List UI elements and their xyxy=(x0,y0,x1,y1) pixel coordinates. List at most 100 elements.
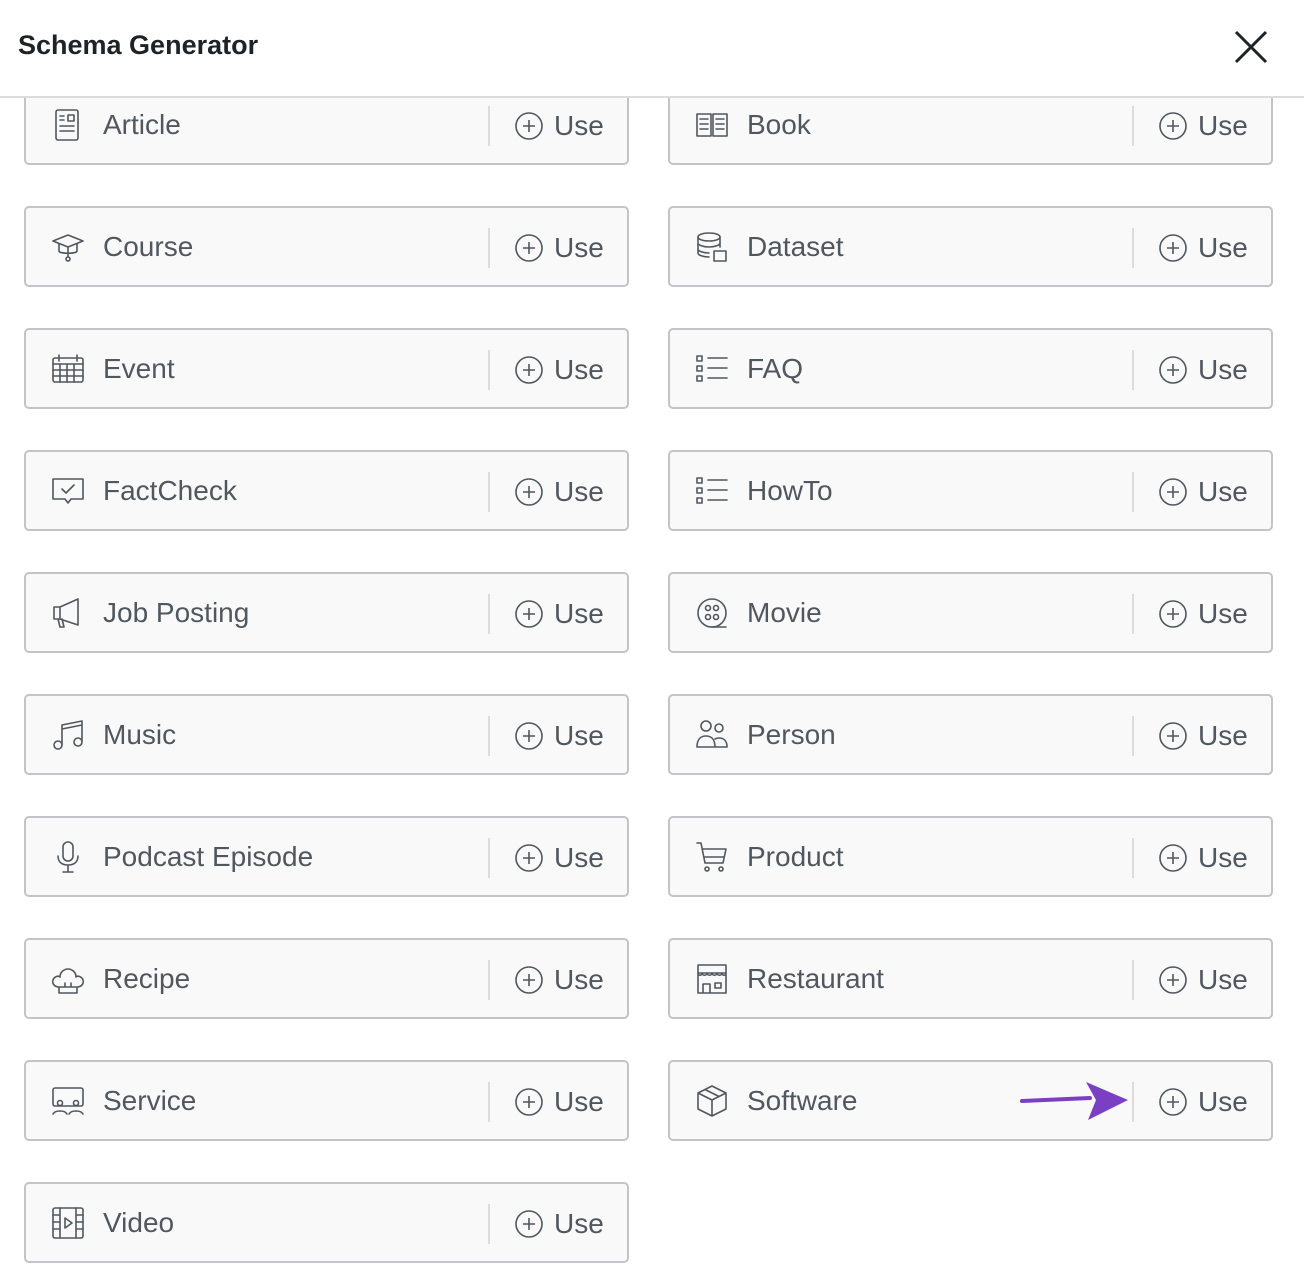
schema-card-event: Event Use xyxy=(24,328,629,409)
plus-circle-icon xyxy=(515,1210,543,1238)
person-icon xyxy=(694,717,730,753)
schema-label: Restaurant xyxy=(747,963,884,994)
plus-circle-icon xyxy=(515,722,543,750)
divider xyxy=(488,106,490,146)
list-icon xyxy=(694,351,730,387)
schema-label: FactCheck xyxy=(103,475,237,506)
schema-label: Job Posting xyxy=(103,597,250,628)
use-label: Use xyxy=(1198,110,1248,141)
use-label: Use xyxy=(554,598,604,629)
dialog-header: Schema Generator xyxy=(0,0,1304,98)
plus-circle-icon xyxy=(515,844,543,872)
schema-card-factcheck: FactCheck Use xyxy=(24,450,629,531)
use-button[interactable]: Use xyxy=(1158,107,1248,145)
schema-label: Movie xyxy=(747,597,822,628)
use-button[interactable]: Use xyxy=(514,839,604,877)
book-icon xyxy=(694,107,730,143)
use-button[interactable]: Use xyxy=(514,961,604,999)
plus-circle-icon xyxy=(1159,478,1187,506)
schema-label: HowTo xyxy=(747,475,833,506)
service-icon xyxy=(50,1083,86,1119)
divider xyxy=(1132,716,1134,756)
box-icon xyxy=(694,1083,730,1119)
use-button[interactable]: Use xyxy=(514,717,604,755)
use-label: Use xyxy=(1198,720,1248,751)
dataset-icon xyxy=(694,229,730,265)
use-button[interactable]: Use xyxy=(1158,717,1248,755)
schema-label: Course xyxy=(103,231,194,262)
close-icon[interactable] xyxy=(1232,28,1270,66)
plus-circle-icon xyxy=(1159,600,1187,628)
schema-label: Article xyxy=(103,109,181,140)
schema-card-dataset: Dataset Use xyxy=(668,206,1273,287)
schema-label: Service xyxy=(103,1085,197,1116)
plus-circle-icon xyxy=(1159,112,1187,140)
schema-card-podcast-episode: Podcast Episode Use xyxy=(24,816,629,897)
use-button[interactable]: Use xyxy=(1158,473,1248,511)
divider xyxy=(488,960,490,1000)
use-label: Use xyxy=(554,232,604,263)
use-label: Use xyxy=(554,1208,604,1239)
plus-circle-icon xyxy=(515,1088,543,1116)
divider xyxy=(1132,838,1134,878)
divider xyxy=(1132,106,1134,146)
schema-card-service: Service Use xyxy=(24,1060,629,1141)
cart-icon xyxy=(694,839,730,875)
schema-label: Event xyxy=(103,353,175,384)
use-button[interactable]: Use xyxy=(514,473,604,511)
schema-label: Product xyxy=(747,841,844,872)
plus-circle-icon xyxy=(515,356,543,384)
schema-card-course: Course Use xyxy=(24,206,629,287)
schema-label: Person xyxy=(747,719,836,750)
microphone-icon xyxy=(50,839,86,875)
use-label: Use xyxy=(1198,354,1248,385)
schema-label: FAQ xyxy=(747,353,804,384)
schema-card-restaurant: Restaurant Use xyxy=(668,938,1273,1019)
divider xyxy=(488,716,490,756)
divider xyxy=(488,1082,490,1122)
plus-circle-icon xyxy=(1159,722,1187,750)
film-reel-icon xyxy=(694,595,730,631)
plus-circle-icon xyxy=(515,234,543,262)
plus-circle-icon xyxy=(1159,1088,1187,1116)
use-button[interactable]: Use xyxy=(514,1083,604,1121)
course-icon xyxy=(50,229,86,265)
use-button[interactable]: Use xyxy=(514,351,604,389)
schema-card-person: Person Use xyxy=(668,694,1273,775)
use-button[interactable]: Use xyxy=(514,1205,604,1243)
use-button[interactable]: Use xyxy=(1158,351,1248,389)
use-button[interactable]: Use xyxy=(1158,1083,1248,1121)
divider xyxy=(488,594,490,634)
plus-circle-icon xyxy=(515,478,543,506)
schema-card-article: Article Use xyxy=(24,98,629,165)
use-button[interactable]: Use xyxy=(1158,839,1248,877)
use-button[interactable]: Use xyxy=(514,595,604,633)
divider xyxy=(488,228,490,268)
use-label: Use xyxy=(1198,232,1248,263)
annotation-arrow-icon xyxy=(1020,1082,1128,1120)
music-icon xyxy=(50,717,86,753)
schema-label: Video xyxy=(103,1207,175,1238)
divider xyxy=(1132,472,1134,512)
schema-card-howto: HowTo Use xyxy=(668,450,1273,531)
use-label: Use xyxy=(1198,964,1248,995)
divider xyxy=(1132,350,1134,390)
plus-circle-icon xyxy=(1159,966,1187,994)
use-button[interactable]: Use xyxy=(1158,595,1248,633)
use-button[interactable]: Use xyxy=(1158,229,1248,267)
use-label: Use xyxy=(554,842,604,873)
use-label: Use xyxy=(1198,1086,1248,1117)
article-icon xyxy=(50,107,86,143)
schema-card-software: Software Use xyxy=(668,1060,1273,1141)
schema-card-music: Music Use xyxy=(24,694,629,775)
use-label: Use xyxy=(554,1086,604,1117)
plus-circle-icon xyxy=(515,966,543,994)
plus-circle-icon xyxy=(1159,356,1187,384)
schema-label: Music xyxy=(103,719,177,750)
use-label: Use xyxy=(1198,476,1248,507)
use-label: Use xyxy=(554,354,604,385)
use-button[interactable]: Use xyxy=(1158,961,1248,999)
use-button[interactable]: Use xyxy=(514,229,604,267)
schema-card-book: Book Use xyxy=(668,98,1273,165)
use-button[interactable]: Use xyxy=(514,107,604,145)
